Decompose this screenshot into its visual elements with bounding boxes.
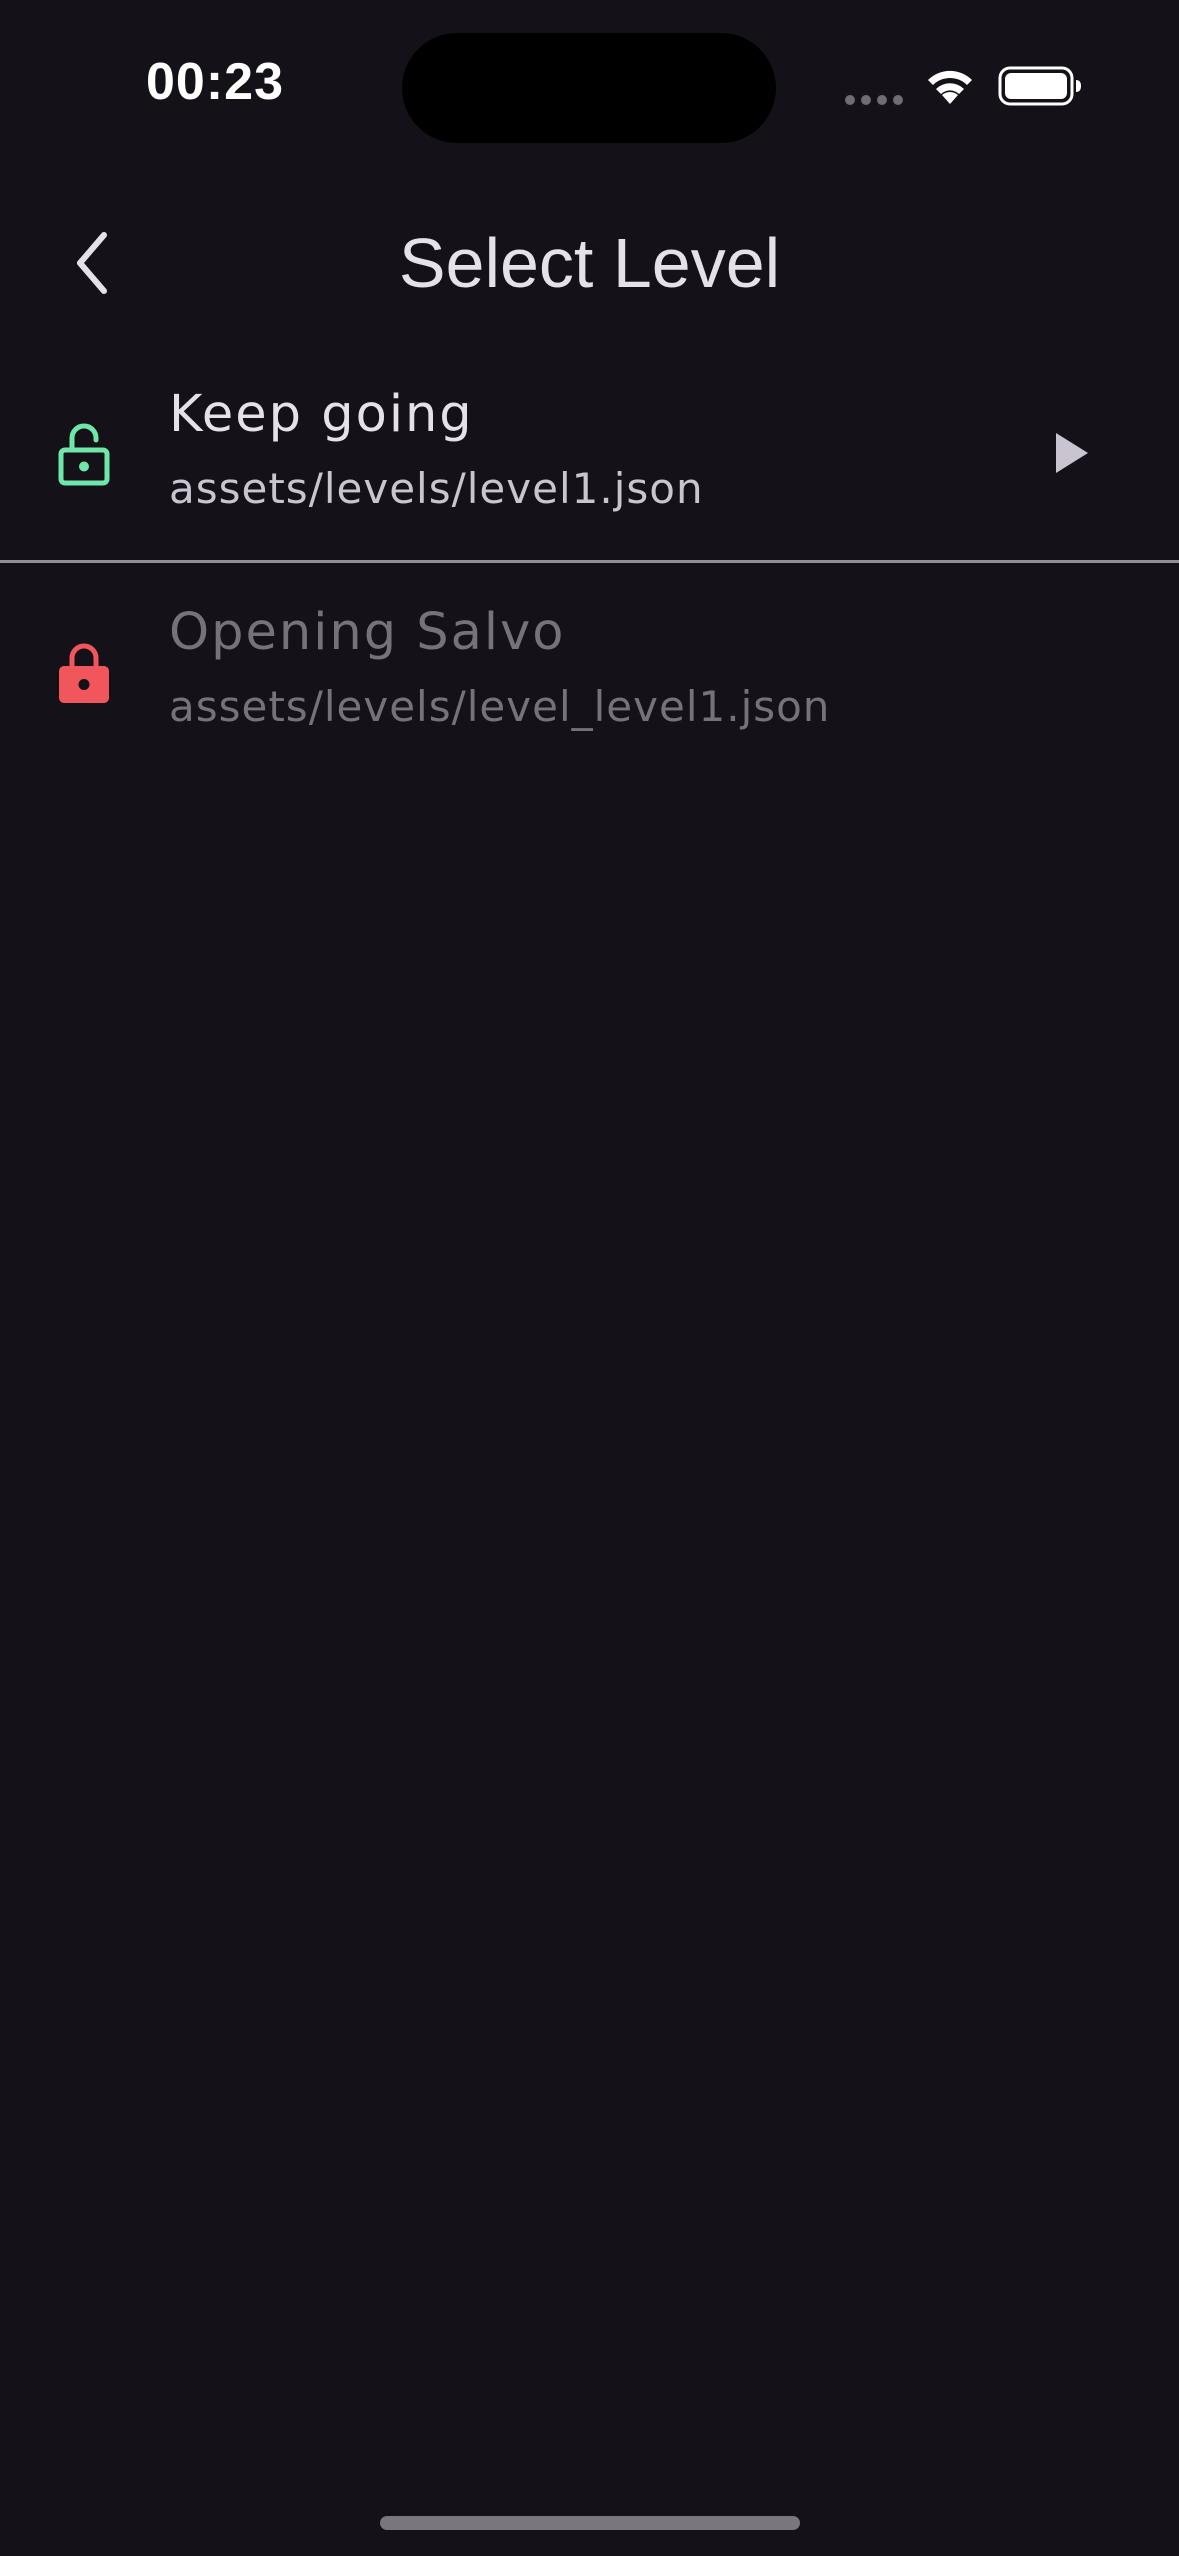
level-path: assets/levels/level1.json	[169, 464, 704, 513]
level-item-opening-salvo[interactable]: Opening Salvo assets/levels/level_level1…	[0, 563, 1179, 778]
back-button[interactable]	[44, 215, 140, 311]
cellular-signal-icon	[845, 95, 903, 105]
play-icon[interactable]	[1052, 431, 1092, 475]
level-title: Keep going	[169, 385, 474, 444]
status-bar: 00:23	[0, 0, 1179, 170]
wifi-icon	[928, 70, 972, 104]
level-path: assets/levels/level_level1.json	[169, 682, 831, 731]
status-time: 00:23	[146, 53, 284, 111]
app-bar: Select Level	[0, 190, 1179, 336]
page-title: Select Level	[398, 224, 781, 302]
lock-icon	[59, 643, 109, 703]
level-item-keep-going[interactable]: Keep going assets/levels/level1.json	[0, 345, 1179, 563]
lock-open-icon	[58, 423, 110, 486]
home-indicator[interactable]	[380, 2516, 800, 2530]
level-list: Keep going assets/levels/level1.json Ope…	[0, 345, 1179, 778]
chevron-left-icon	[77, 232, 107, 294]
dynamic-island	[402, 33, 776, 143]
level-title: Opening Salvo	[169, 603, 566, 662]
battery-icon	[998, 66, 1081, 106]
